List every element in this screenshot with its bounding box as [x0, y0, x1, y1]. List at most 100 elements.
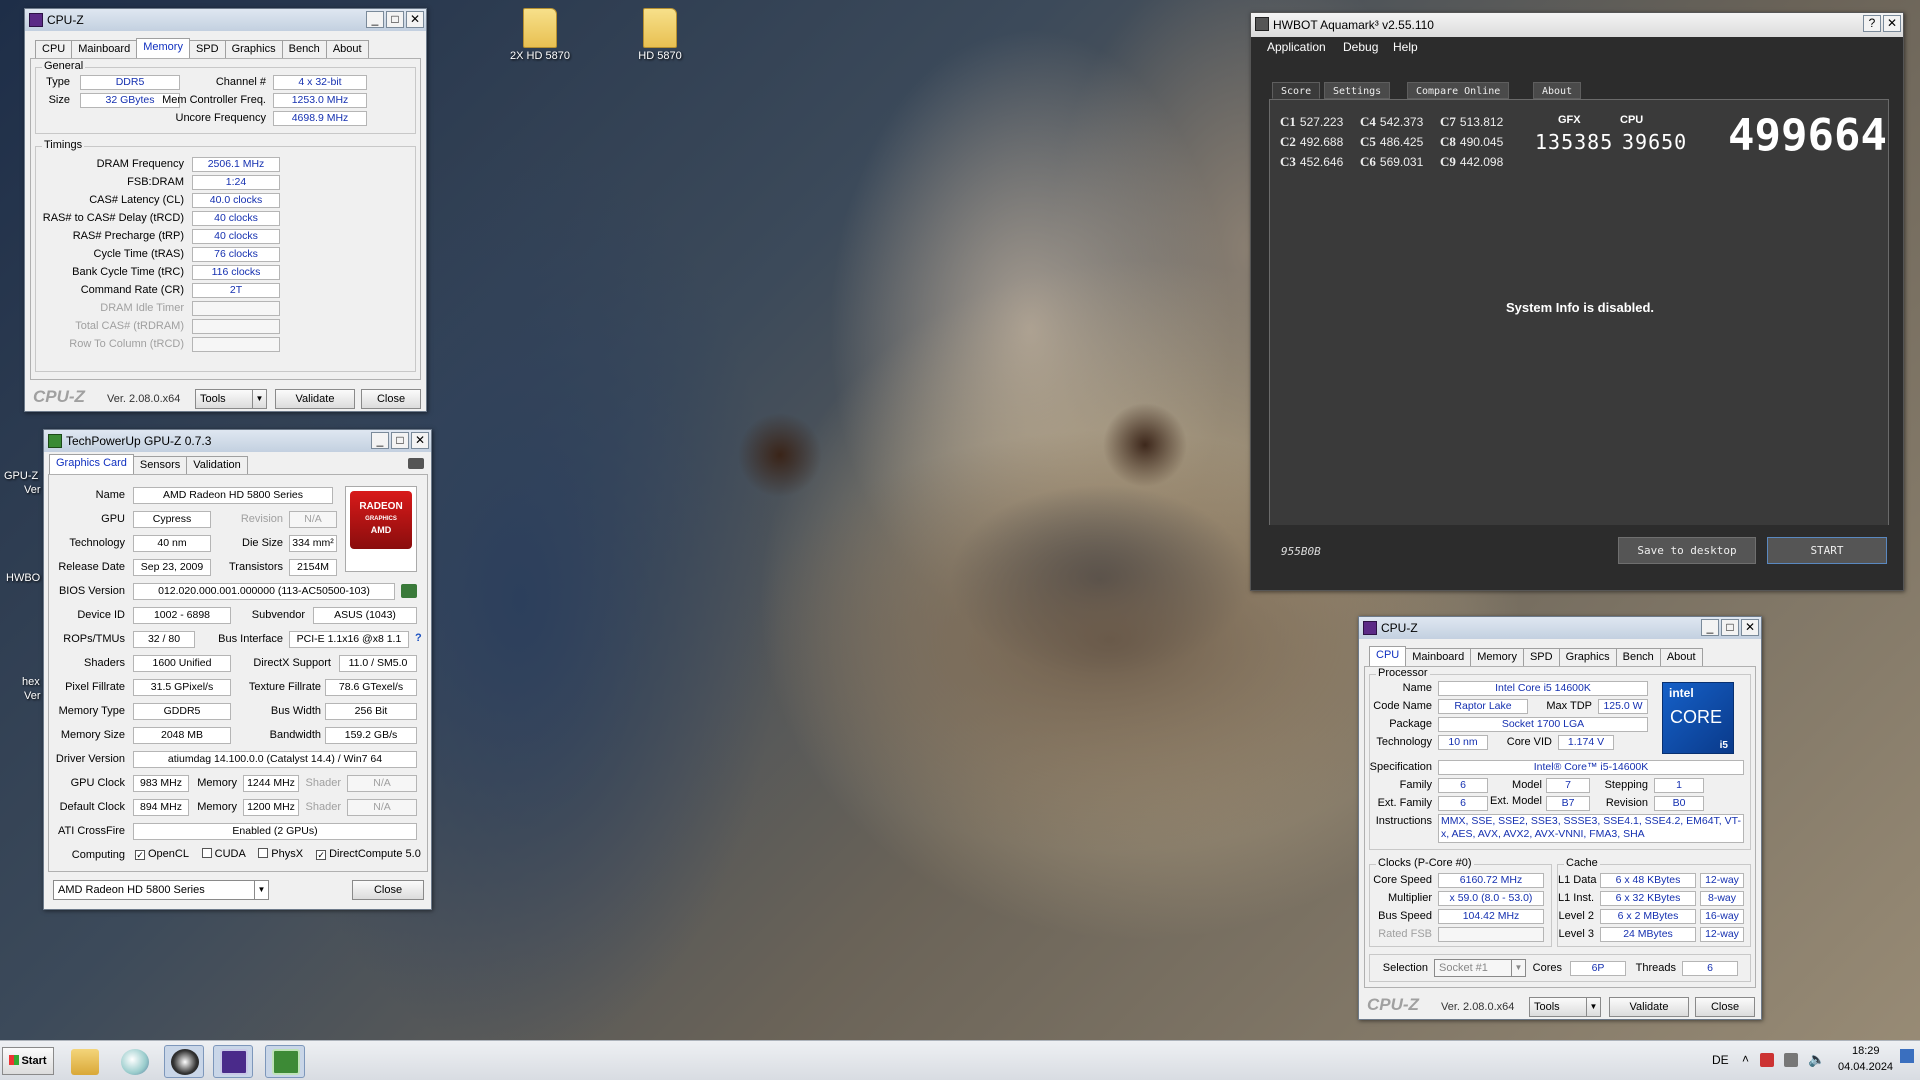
- tab-compare-online[interactable]: Compare Online: [1407, 82, 1510, 99]
- tab-cpu[interactable]: CPU: [35, 40, 73, 58]
- start-button[interactable]: START: [1767, 537, 1887, 564]
- help-button[interactable]: ?: [1863, 15, 1881, 32]
- maximize-button[interactable]: □: [1721, 619, 1739, 636]
- menu-debug[interactable]: Debug: [1343, 37, 1378, 57]
- desktop-partial-label[interactable]: hex: [22, 676, 40, 688]
- tab-graphics-card[interactable]: Graphics Card: [49, 454, 134, 474]
- tab-sensors[interactable]: Sensors: [132, 456, 188, 474]
- tab-mainboard[interactable]: Mainboard: [1405, 648, 1472, 666]
- memory-clock-label: Memory: [197, 777, 237, 789]
- taskbar-explorer[interactable]: [64, 1045, 104, 1078]
- tab-settings[interactable]: Settings: [1324, 82, 1391, 99]
- tab-graphics[interactable]: Graphics: [224, 40, 283, 58]
- clock-time[interactable]: 18:29: [1852, 1045, 1880, 1057]
- tab-bench[interactable]: Bench: [281, 40, 327, 58]
- cuda-checkbox[interactable]: CUDA: [201, 848, 245, 860]
- subscore-c6: C6 569.031: [1360, 154, 1423, 170]
- tab-spd[interactable]: SPD: [188, 40, 226, 58]
- save-to-desktop-button[interactable]: Save to desktop: [1618, 537, 1756, 564]
- minimize-button[interactable]: _: [366, 11, 384, 28]
- socket-select-value: Socket #1: [1439, 962, 1488, 974]
- help-icon[interactable]: ?: [415, 632, 422, 644]
- tab-about[interactable]: About: [1659, 648, 1703, 666]
- start-button[interactable]: Start: [2, 1047, 54, 1075]
- close-button[interactable]: ✕: [1883, 15, 1901, 32]
- close-button[interactable]: ✕: [411, 432, 429, 449]
- language-indicator[interactable]: DE: [1712, 1053, 1729, 1067]
- tab-graphics[interactable]: Graphics: [1558, 648, 1617, 666]
- device-id-value: 1002 - 6898: [133, 607, 231, 624]
- close-button[interactable]: ✕: [1741, 619, 1759, 636]
- minimize-button[interactable]: _: [1701, 619, 1719, 636]
- validate-button[interactable]: Validate: [1609, 997, 1689, 1017]
- taskbar-paint[interactable]: [114, 1045, 154, 1078]
- title-bar[interactable]: CPU-Z _ □ ✕: [25, 9, 426, 31]
- close-button[interactable]: Close: [361, 389, 421, 409]
- ext-model-label: Ext. Model: [1490, 795, 1542, 807]
- show-desktop-button[interactable]: [1900, 1049, 1914, 1063]
- desktop-icon-hd5870[interactable]: HD 5870: [615, 8, 705, 62]
- default-memory-label: Memory: [197, 801, 237, 813]
- desktop-partial-label[interactable]: Ver: [24, 690, 41, 702]
- volume-icon[interactable]: 🔈: [1808, 1051, 1825, 1068]
- validate-button[interactable]: Validate: [275, 389, 355, 409]
- tab-cpu[interactable]: CPU: [1369, 646, 1407, 666]
- cpuz-app-icon: [1363, 621, 1377, 635]
- taskbar-cpuz[interactable]: [213, 1045, 253, 1078]
- tab-about[interactable]: About: [1533, 82, 1582, 99]
- desktop-icon-2x-hd5870[interactable]: 2X HD 5870: [495, 8, 585, 62]
- camera-icon[interactable]: [408, 458, 424, 469]
- paint-icon: [121, 1049, 149, 1075]
- taskbar-aquamark[interactable]: [164, 1045, 204, 1078]
- tab-spd[interactable]: SPD: [1522, 648, 1560, 666]
- socket-select-dropdown[interactable]: Socket #1 ▼: [1434, 959, 1526, 977]
- bandwidth-label: Bandwidth: [269, 729, 321, 741]
- bios-save-icon[interactable]: [401, 584, 417, 598]
- flag-icon[interactable]: [1760, 1053, 1774, 1067]
- network-icon[interactable]: [1784, 1053, 1798, 1067]
- subscore-value: 513.812: [1459, 115, 1504, 129]
- maximize-button[interactable]: □: [391, 432, 409, 449]
- taskbar-gpuz[interactable]: [265, 1045, 305, 1078]
- shaders-label: Shaders: [84, 657, 125, 669]
- title-bar[interactable]: TechPowerUp GPU-Z 0.7.3 _ □ ✕: [44, 430, 431, 452]
- folder-icon: [523, 8, 557, 48]
- gpu-select-dropdown[interactable]: AMD Radeon HD 5800 Series ▼: [53, 880, 269, 900]
- title-bar[interactable]: HWBOT Aquamark³ v2.55.110 ? ✕: [1251, 13, 1903, 37]
- tab-mainboard[interactable]: Mainboard: [71, 40, 138, 58]
- opencl-checkbox[interactable]: ✓ OpenCL: [135, 848, 189, 860]
- gpu-clock-value: 983 MHz: [133, 775, 189, 792]
- tab-score[interactable]: Score: [1272, 82, 1321, 99]
- tab-memory[interactable]: Memory: [1470, 648, 1524, 666]
- family-label: Family: [1399, 779, 1432, 791]
- close-button[interactable]: Close: [1695, 997, 1755, 1017]
- tray-expand-icon[interactable]: ˄: [1742, 1052, 1749, 1066]
- menu-application[interactable]: Application: [1267, 37, 1326, 57]
- title-bar[interactable]: CPU-Z _ □ ✕: [1359, 617, 1761, 639]
- menu-bar: Application Debug Help: [1251, 37, 1903, 59]
- directcompute-checkbox[interactable]: ✓ DirectCompute 5.0: [316, 848, 421, 860]
- tab-validation[interactable]: Validation: [186, 456, 248, 474]
- desktop-partial-label[interactable]: HWBO: [6, 572, 40, 584]
- close-button[interactable]: Close: [352, 880, 424, 900]
- desktop-partial-label[interactable]: Ver: [24, 484, 41, 496]
- check-icon: ✓: [135, 850, 145, 860]
- clock-date[interactable]: 04.04.2024: [1838, 1061, 1893, 1073]
- tab-bench[interactable]: Bench: [1615, 648, 1661, 666]
- tab-about[interactable]: About: [325, 40, 369, 58]
- minimize-button[interactable]: _: [371, 432, 389, 449]
- device-id-label: Device ID: [77, 609, 125, 621]
- default-shader-label: Shader: [305, 801, 341, 813]
- cores-label: Cores: [1532, 962, 1562, 974]
- maximize-button[interactable]: □: [386, 11, 404, 28]
- close-button[interactable]: ✕: [406, 11, 424, 28]
- type-label: Type: [46, 76, 70, 88]
- window-title: HWBOT Aquamark³ v2.55.110: [1273, 18, 1434, 32]
- physx-checkbox[interactable]: PhysX: [258, 848, 303, 860]
- texture-fillrate-label: Texture Fillrate: [248, 681, 321, 693]
- tools-dropdown[interactable]: Tools ▼: [195, 389, 267, 409]
- tools-dropdown[interactable]: Tools ▼: [1529, 997, 1601, 1017]
- tab-memory[interactable]: Memory: [136, 38, 190, 58]
- desktop-partial-label[interactable]: GPU-Z: [4, 470, 38, 482]
- menu-help[interactable]: Help: [1393, 37, 1418, 57]
